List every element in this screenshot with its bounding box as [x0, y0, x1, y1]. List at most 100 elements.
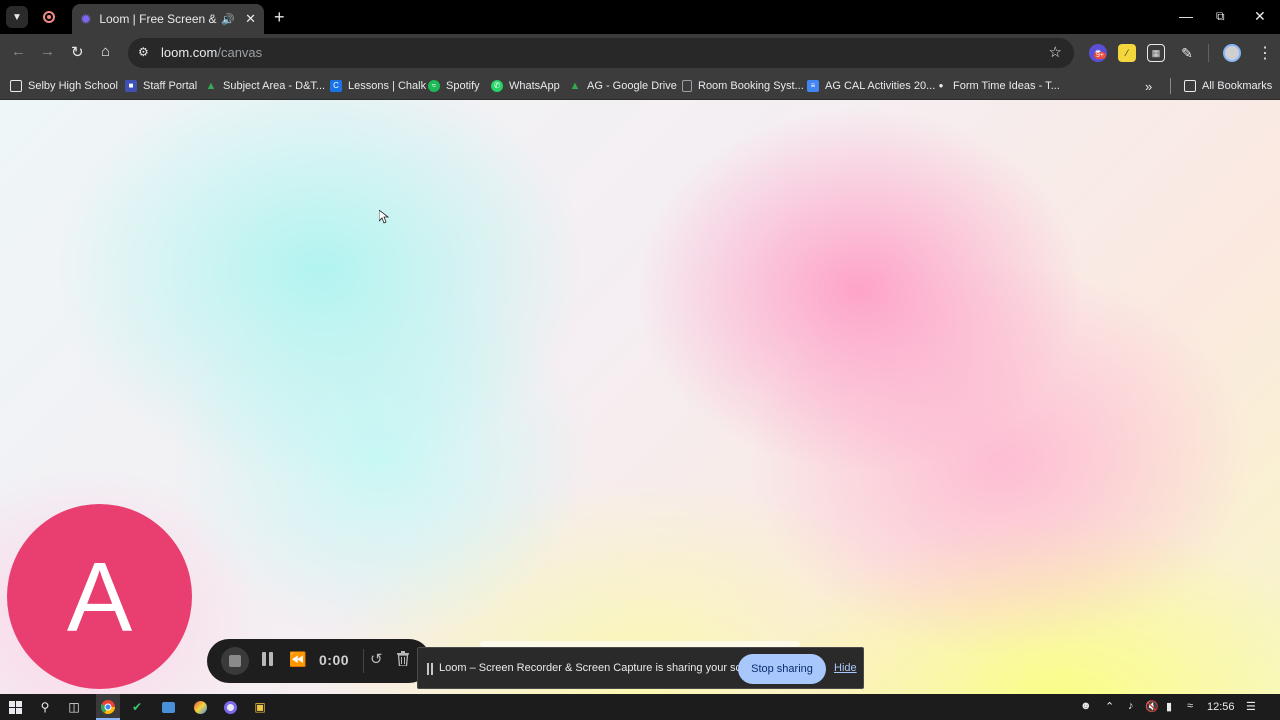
tab-strip: ▼ ✹ Loom | Free Screen & Video Recording…	[0, 0, 1280, 34]
notifications-icon[interactable]: ☰	[1246, 700, 1256, 713]
people-icon[interactable]: ☻	[1080, 700, 1092, 712]
app-icon-circle[interactable]	[222, 699, 238, 715]
spotify-icon: ≈	[428, 80, 440, 92]
address-bar[interactable]: ⚙ loom.com/canvas ☆	[128, 38, 1074, 68]
folder-icon	[10, 80, 22, 92]
extension-badge: 9+	[1094, 52, 1106, 59]
battery-icon[interactable]: ▮	[1166, 700, 1172, 713]
plus-icon: +	[274, 7, 285, 27]
browser-toolbar: ← → ↻ ⌂ ⚙ loom.com/canvas ☆ ✹ ⁄ ▦ ✎ ⋮	[0, 34, 1280, 72]
chevron-down-icon: ▼	[12, 11, 22, 23]
bookmarks-bar: Selby High School ■ Staff Portal ▲ Subject…	[0, 72, 1280, 100]
bookmark-item[interactable]: ≈ Spotify	[428, 78, 480, 94]
docs-icon: ≡	[807, 80, 819, 92]
extension-yellow-icon[interactable]: ⁄	[1118, 44, 1136, 62]
bookmark-label: Staff Portal	[143, 80, 198, 92]
bookmark-item[interactable]: ✆ WhatsApp	[491, 78, 560, 94]
stop-sharing-button[interactable]: Stop sharing	[738, 654, 826, 684]
restart-icon[interactable]: ↺	[370, 650, 383, 668]
drive-icon: ▲	[569, 80, 581, 92]
more-bookmarks-icon[interactable]: »	[1145, 78, 1152, 94]
profile-avatar[interactable]	[1223, 44, 1241, 62]
chevron-up-icon[interactable]: ⌃	[1105, 700, 1114, 713]
all-bookmarks-label: All Bookmarks	[1202, 80, 1273, 92]
qr-code-icon[interactable]: ▦	[1147, 44, 1165, 62]
speaker-icon[interactable]: 🔊	[221, 13, 235, 26]
task-view-icon[interactable]: ◫	[66, 699, 82, 715]
folder-icon	[1184, 80, 1196, 92]
app-icon-paint[interactable]	[192, 699, 208, 715]
drive-icon: ▲	[205, 80, 217, 92]
bookmark-item[interactable]: ● Form Time Ideas - T...	[935, 78, 1060, 94]
search-icon[interactable]: ⚲	[37, 699, 53, 715]
microphone-icon[interactable]: ♪	[1128, 700, 1134, 712]
bookmark-item[interactable]: Selby High School	[10, 78, 118, 94]
app-icon-blue[interactable]	[160, 699, 176, 715]
tasks-check-icon[interactable]: ✔	[129, 699, 145, 715]
screen-share-bar: Loom – Screen Recorder & Screen Capture …	[417, 647, 864, 689]
home-icon[interactable]: ⌂	[101, 43, 110, 60]
bookmark-label: WhatsApp	[509, 80, 560, 92]
url-host: loom.com	[161, 45, 218, 60]
volume-muted-icon[interactable]: 🔇	[1145, 700, 1159, 713]
mouse-cursor-icon	[379, 210, 389, 224]
bookmark-label: Room Booking Syst...	[698, 80, 804, 92]
chalk-icon: C	[330, 80, 342, 92]
hide-link[interactable]: Hide	[834, 662, 857, 674]
tab-search-button[interactable]: ▼	[6, 6, 28, 28]
tab-title: Loom | Free Screen & Video Recording Sof…	[99, 12, 217, 26]
toolbar-divider	[1208, 44, 1209, 62]
drag-handle-icon[interactable]	[427, 663, 433, 675]
taskbar-clock[interactable]: 12:56	[1207, 701, 1235, 713]
windows-taskbar: ⚲ ◫ ✔ ▣ ☻ ⌃ ♪ 🔇 ▮ ≈ 12:56 ☰	[0, 694, 1280, 720]
bookmark-label: Form Time Ideas - T...	[953, 80, 1060, 92]
camera-initial: A	[66, 541, 133, 652]
bookmark-item[interactable]: ■ Staff Portal	[125, 78, 197, 94]
url-path: /canvas	[217, 45, 263, 60]
close-icon[interactable]: ✕	[245, 11, 256, 27]
recording-timer: 0:00	[319, 652, 350, 668]
controls-divider	[363, 649, 364, 673]
forward-icon[interactable]: →	[40, 43, 55, 60]
share-message: Loom – Screen Recorder & Screen Capture …	[439, 662, 767, 674]
windows-start-icon[interactable]	[7, 699, 23, 715]
extensions-puzzle-icon[interactable]: ✎	[1178, 44, 1196, 62]
file-explorer-icon[interactable]: ▣	[252, 699, 268, 715]
close-window-icon[interactable]: ✕	[1254, 8, 1266, 25]
trash-icon[interactable]	[397, 651, 409, 666]
bulb-icon: ●	[938, 81, 944, 90]
restore-icon[interactable]: ⧉	[1216, 9, 1225, 24]
bookmark-label: Lessons | Chalk	[348, 80, 427, 92]
bookmark-item[interactable]: ≡ AG CAL Activities 20...	[807, 78, 935, 94]
camera-bubble[interactable]: A	[7, 504, 192, 689]
bookmark-item[interactable]: ▲ AG - Google Drive	[569, 78, 677, 94]
bookmark-label: Subject Area - D&T...	[223, 80, 326, 92]
wifi-icon[interactable]: ≈	[1187, 700, 1193, 712]
whatsapp-icon: ✆	[491, 80, 503, 92]
bookmark-label: Spotify	[446, 80, 480, 92]
back-icon[interactable]: ←	[11, 43, 26, 60]
chrome-icon[interactable]	[100, 699, 116, 715]
minimize-icon[interactable]: —	[1179, 8, 1193, 24]
bookmark-label: AG - Google Drive	[587, 80, 677, 92]
rewind-icon[interactable]: ⏪	[289, 651, 306, 668]
bookmark-label: Selby High School	[28, 80, 118, 92]
reload-icon[interactable]: ↻	[71, 43, 84, 61]
all-bookmarks-button[interactable]: All Bookmarks	[1184, 78, 1272, 94]
bookmark-item[interactable]: Room Booking Syst...	[682, 78, 804, 94]
bookmark-label: AG CAL Activities 20...	[825, 80, 936, 92]
url-text: loom.com/canvas	[161, 45, 262, 60]
site-info-icon[interactable]: ⚙	[138, 45, 149, 59]
bookmark-item[interactable]: ▲ Subject Area - D&T...	[205, 78, 326, 94]
loom-canvas: A ⏪ 0:00 ↺ Loom – Screen Recorder & Scre…	[0, 100, 1280, 694]
stop-recording-button[interactable]	[221, 647, 249, 675]
recording-icon	[43, 11, 55, 23]
tab-loom[interactable]: ✹ Loom | Free Screen & Video Recording S…	[72, 4, 264, 34]
more-menu-icon[interactable]: ⋮	[1257, 43, 1273, 63]
new-tab-button[interactable]: +	[274, 7, 285, 28]
bookmark-item[interactable]: C Lessons | Chalk	[330, 78, 426, 94]
pause-icon[interactable]	[262, 652, 274, 666]
bookmarks-divider	[1170, 78, 1171, 94]
bookmark-star-icon[interactable]: ☆	[1049, 43, 1062, 61]
page-icon	[682, 80, 692, 92]
